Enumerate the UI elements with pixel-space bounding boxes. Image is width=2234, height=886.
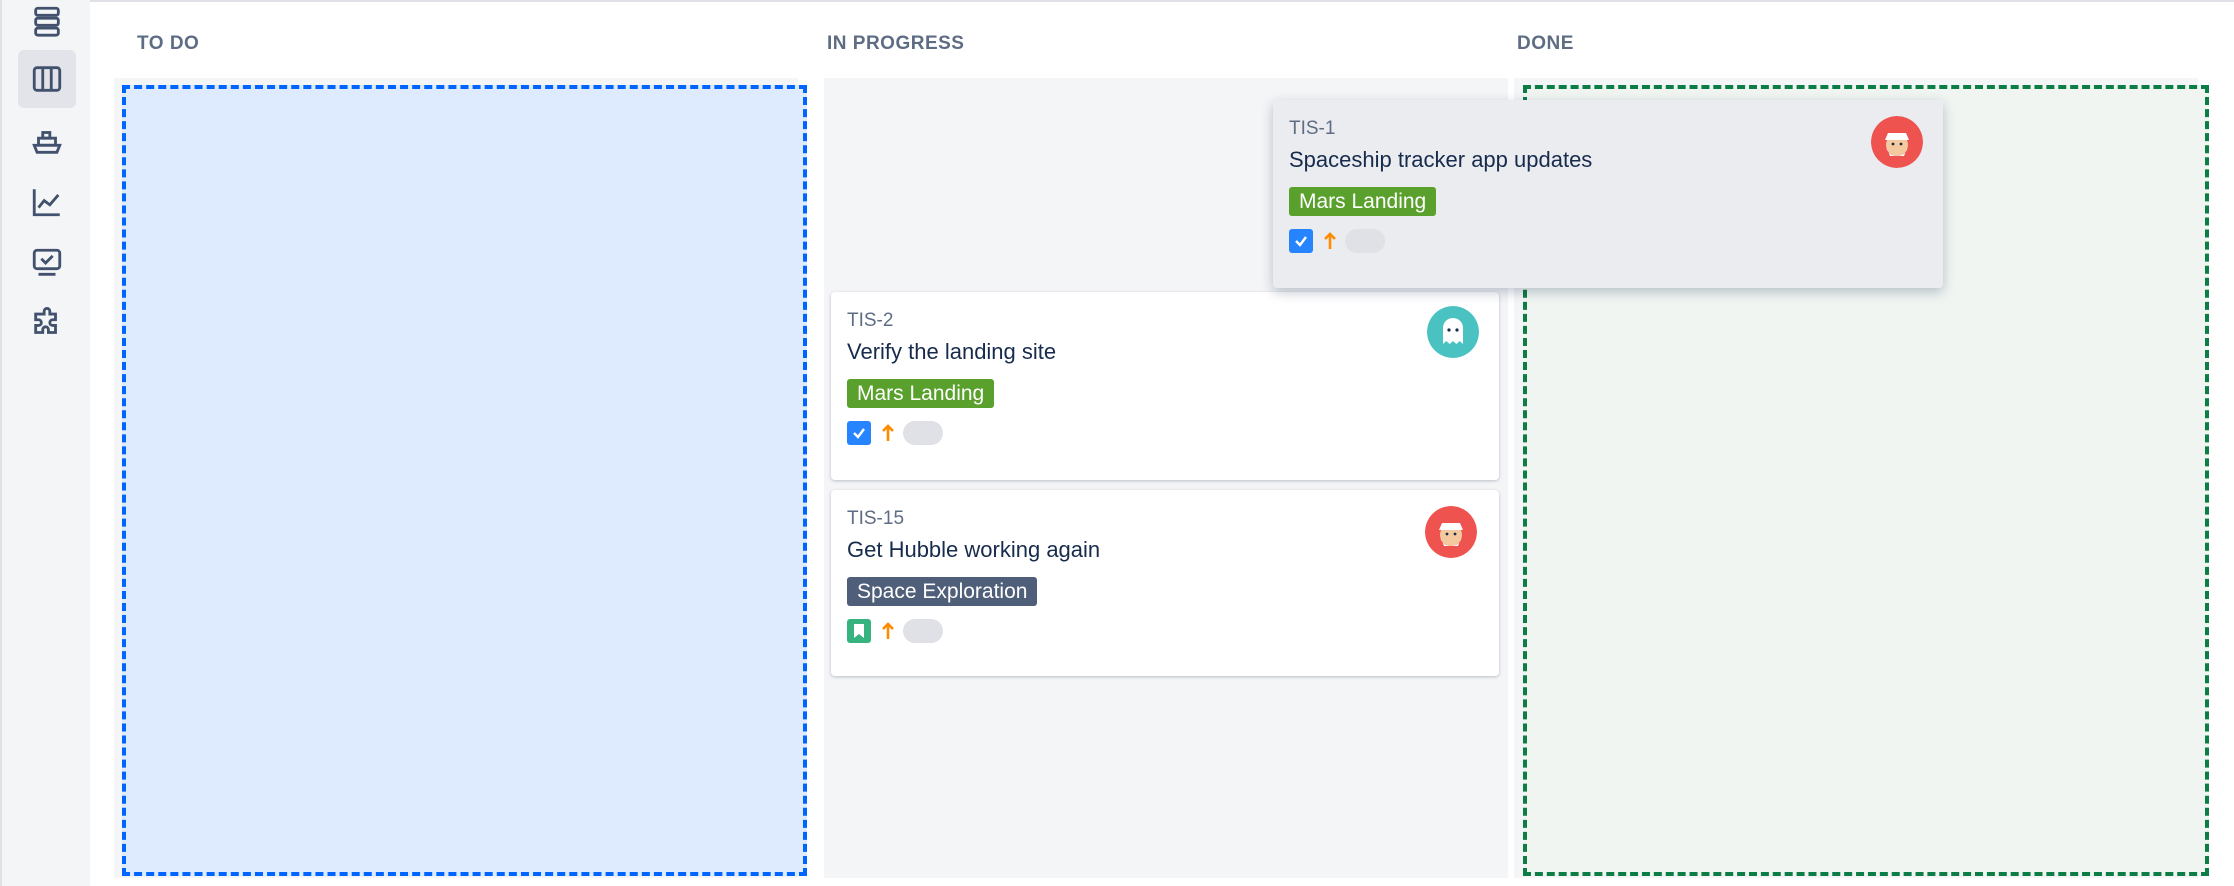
issue-key[interactable]: TIS-1 — [1289, 118, 1927, 140]
priority-medium-icon — [879, 421, 897, 445]
task-icon — [847, 421, 871, 445]
reports-chart-icon[interactable] — [18, 173, 76, 231]
santa-avatar[interactable] — [1425, 506, 1477, 558]
board: TO DO IN PROGRESS DONE TIS-2 Verify the … — [90, 0, 2234, 886]
issue-card[interactable]: TIS-15 Get Hubble working again Space Ex… — [831, 490, 1499, 676]
priority-medium-icon — [1321, 229, 1339, 253]
top-divider — [90, 0, 2234, 2]
monitor-check-icon[interactable] — [18, 234, 76, 292]
board-columns-icon[interactable] — [18, 50, 76, 108]
column-header-done: DONE — [1517, 33, 1574, 54]
column-header-todo: TO DO — [137, 33, 200, 54]
santa-avatar[interactable] — [1871, 116, 1923, 168]
issue-title: Get Hubble working again — [847, 537, 1101, 562]
estimate-badge — [903, 619, 943, 643]
column-header-in-progress: IN PROGRESS — [827, 33, 965, 54]
task-icon — [1289, 229, 1313, 253]
story-icon — [847, 619, 871, 643]
issue-key[interactable]: TIS-15 — [847, 508, 1483, 530]
puzzle-icon[interactable] — [18, 295, 76, 353]
epic-label: Mars Landing — [1289, 187, 1437, 216]
estimate-badge — [903, 421, 943, 445]
ghost-avatar[interactable] — [1427, 306, 1479, 358]
card-footer — [847, 420, 1483, 446]
dragging-issue-card[interactable]: TIS-1 Spaceship tracker app updates Mars… — [1273, 100, 1943, 288]
sidebar — [0, 0, 90, 886]
epic-label: Space Exploration — [847, 577, 1038, 606]
issue-title: Spaceship tracker app updates — [1289, 147, 1593, 172]
card-footer — [1289, 228, 1927, 254]
estimate-badge — [1345, 229, 1385, 253]
issue-key[interactable]: TIS-2 — [847, 310, 1483, 332]
drop-zone-todo[interactable] — [122, 85, 807, 876]
epic-label: Mars Landing — [847, 379, 995, 408]
card-footer — [847, 618, 1483, 644]
issue-title: Verify the landing site — [847, 339, 1057, 364]
layers-icon[interactable] — [18, 0, 76, 50]
priority-medium-icon — [879, 619, 897, 643]
issue-card[interactable]: TIS-2 Verify the landing site Mars Landi… — [831, 292, 1499, 480]
ship-icon[interactable] — [18, 112, 76, 170]
